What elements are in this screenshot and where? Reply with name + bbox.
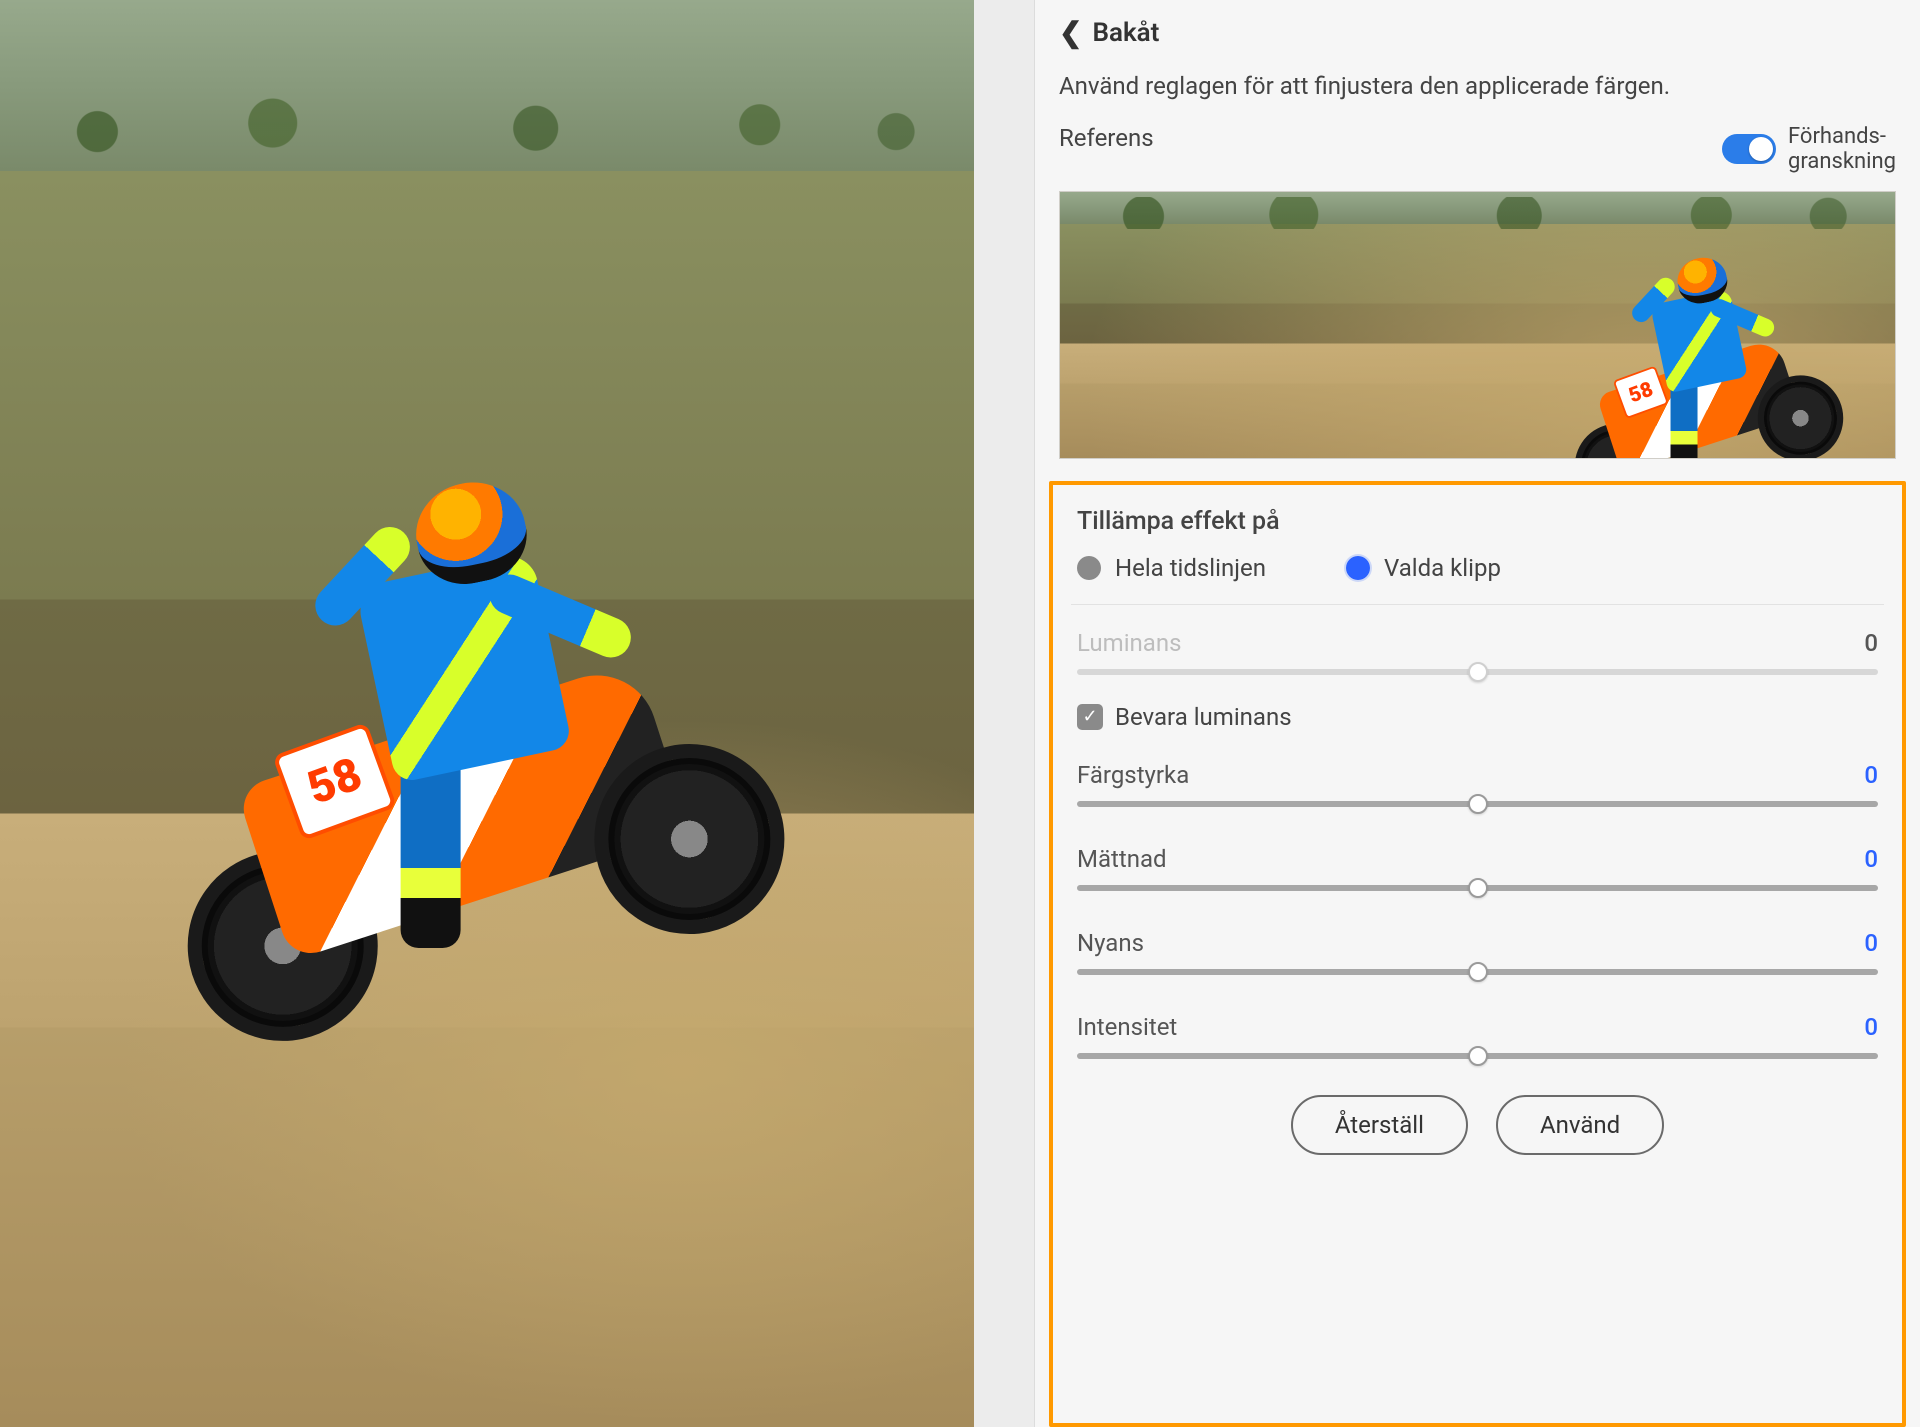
radio-icon: [1077, 556, 1101, 580]
preview-scene: 58: [0, 0, 974, 1427]
slider-luminance: Luminans 0: [1071, 619, 1884, 703]
slider-label: Färgstyrka: [1077, 761, 1189, 789]
slider-thumb[interactable]: [1468, 794, 1488, 814]
chevron-left-icon: ❮: [1059, 19, 1082, 47]
slider-color-strength: Färgstyrka 0: [1071, 751, 1884, 835]
slider-intensity: Intensitet 0: [1071, 1003, 1884, 1087]
slider-label: Nyans: [1077, 929, 1144, 957]
video-preview: 58: [0, 0, 974, 1427]
slider-track[interactable]: [1077, 801, 1878, 807]
slider-value: 0: [1850, 845, 1878, 873]
scene-rider: 58: [127, 416, 744, 1033]
app-root: 58 ❮ Bakåt Använd reglagen för att finju…: [0, 0, 1920, 1427]
reference-row: Referens Förhands- granskning: [1035, 118, 1920, 185]
effect-settings-highlight: Tillämpa effekt på Hela tidslinjen Valda…: [1049, 481, 1906, 1427]
thumb-scene: 58: [1060, 192, 1895, 458]
radio-selected-clips[interactable]: Valda klipp: [1346, 554, 1501, 582]
apply-effect-radio-group: Hela tidslinjen Valda klipp: [1071, 552, 1884, 605]
radio-icon: [1346, 556, 1370, 580]
back-button[interactable]: ❮ Bakåt: [1035, 0, 1920, 62]
slider-thumb[interactable]: [1468, 878, 1488, 898]
reference-thumbnail[interactable]: 58: [1059, 191, 1896, 459]
slider-value: 0: [1850, 1013, 1878, 1041]
toggle-knob: [1749, 137, 1773, 161]
radio-whole-timeline[interactable]: Hela tidslinjen: [1077, 554, 1266, 582]
preserve-luminance-checkbox[interactable]: ✓ Bevara luminans: [1071, 703, 1884, 751]
radio-label: Valda klipp: [1384, 554, 1501, 582]
action-buttons: Återställ Använd: [1071, 1087, 1884, 1159]
slider-thumb[interactable]: [1468, 962, 1488, 982]
slider-value: 0: [1850, 629, 1878, 657]
preview-toggle[interactable]: [1722, 134, 1776, 164]
scene-trees: [0, 29, 974, 200]
slider-value: 0: [1850, 761, 1878, 789]
slider-value: 0: [1850, 929, 1878, 957]
panel-gap: [974, 0, 1034, 1427]
back-label: Bakåt: [1092, 18, 1159, 48]
slider-label: Mättnad: [1077, 845, 1167, 873]
apply-effect-title: Tillämpa effekt på: [1071, 503, 1884, 552]
reset-button[interactable]: Återställ: [1291, 1095, 1468, 1155]
apply-button[interactable]: Använd: [1496, 1095, 1664, 1155]
checkbox-icon: ✓: [1077, 704, 1103, 730]
slider-track[interactable]: [1077, 885, 1878, 891]
preview-toggle-group: Förhands- granskning: [1722, 124, 1896, 175]
slider-track[interactable]: [1077, 669, 1878, 675]
slider-label: Luminans: [1077, 629, 1181, 657]
reference-label: Referens: [1059, 124, 1154, 152]
slider-track[interactable]: [1077, 1053, 1878, 1059]
radio-label: Hela tidslinjen: [1115, 554, 1266, 582]
slider-track[interactable]: [1077, 969, 1878, 975]
checkbox-label: Bevara luminans: [1115, 703, 1292, 731]
preview-toggle-label: Förhands- granskning: [1788, 124, 1896, 175]
slider-label: Intensitet: [1077, 1013, 1177, 1041]
instruction-text: Använd reglagen för att finjustera den a…: [1035, 62, 1920, 118]
slider-thumb[interactable]: [1468, 1046, 1488, 1066]
controls-panel: ❮ Bakåt Använd reglagen för att finjuste…: [1034, 0, 1920, 1427]
slider-thumb[interactable]: [1468, 662, 1488, 682]
slider-hue: Nyans 0: [1071, 919, 1884, 1003]
slider-saturation: Mättnad 0: [1071, 835, 1884, 919]
